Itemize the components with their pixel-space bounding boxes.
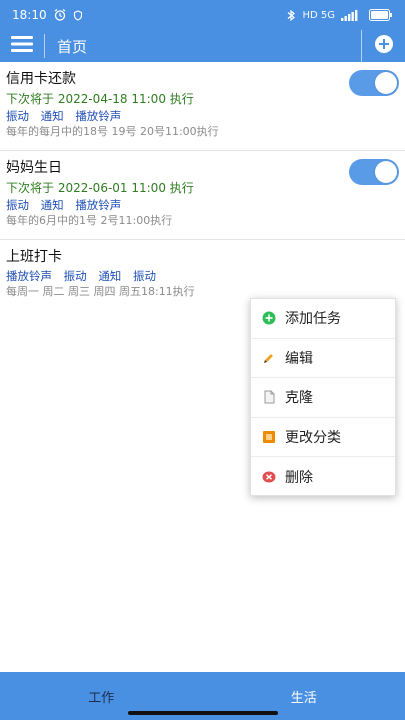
task-title: 信用卡还款 [6, 71, 76, 87]
app-bar: 首页 [0, 30, 405, 62]
toggle-knob [375, 72, 397, 94]
status-right: HD 5G [286, 9, 393, 22]
home-indicator[interactable] [128, 711, 278, 715]
action-tag: 通知 [40, 198, 64, 212]
menu-button[interactable] [0, 30, 44, 62]
task-actions: 振动 通知 播放铃声 [6, 197, 399, 213]
menu-item-label: 删除 [285, 470, 313, 487]
category-icon [261, 429, 277, 445]
task-actions: 播放铃声 振动 通知 振动 [6, 268, 399, 284]
status-bar: 18:10 HD 5G [0, 0, 405, 30]
action-tag: 振动 [6, 198, 29, 212]
action-tag: 振动 [132, 269, 156, 283]
status-time: 18:10 [12, 8, 47, 22]
add-circle-icon [374, 34, 394, 58]
document-icon [261, 389, 277, 405]
task-item[interactable]: 妈妈生日 下次将于 2022-06-01 11:00 执行 振动 通知 播放铃声… [0, 151, 405, 240]
task-toggle[interactable] [349, 70, 399, 96]
hamburger-icon [11, 36, 33, 56]
menu-item-clone[interactable]: 克隆 [251, 378, 395, 418]
action-tag: 播放铃声 [6, 269, 52, 283]
task-title: 上班打卡 [6, 249, 62, 265]
menu-item-add-task[interactable]: 添加任务 [251, 299, 395, 339]
appbar-divider [44, 34, 45, 58]
action-tag: 振动 [63, 269, 87, 283]
menu-item-change-category[interactable]: 更改分类 [251, 418, 395, 458]
delete-icon [261, 469, 277, 485]
context-menu: 添加任务 编辑 克隆 更改分类 删除 [250, 298, 396, 496]
status-left: 18:10 [12, 8, 83, 22]
menu-item-label: 克隆 [285, 390, 313, 407]
shield-icon [73, 9, 83, 21]
task-list: 信用卡还款 下次将于 2022-04-18 11:00 执行 振动 通知 播放铃… [0, 62, 405, 310]
task-toggle[interactable] [349, 159, 399, 185]
pencil-icon [261, 350, 277, 366]
bluetooth-icon [286, 9, 296, 22]
page-title: 首页 [57, 37, 88, 56]
task-next-run: 下次将于 2022-04-18 11:00 执行 [6, 92, 194, 106]
menu-item-label: 更改分类 [285, 430, 341, 447]
alarm-icon [53, 8, 67, 22]
action-tag: 通知 [40, 109, 64, 123]
action-tag: 播放铃声 [75, 109, 122, 123]
task-next-run: 下次将于 2022-06-01 11:00 执行 [6, 181, 194, 195]
task-actions: 振动 通知 播放铃声 [6, 108, 399, 124]
task-schedule: 每年的6月中的1号 2号11:00执行 [6, 214, 173, 227]
signal-icon [341, 9, 363, 21]
battery-icon [369, 9, 393, 21]
toggle-knob [375, 161, 397, 183]
action-tag: 播放铃声 [75, 198, 122, 212]
task-item[interactable]: 信用卡还款 下次将于 2022-04-18 11:00 执行 振动 通知 播放铃… [0, 62, 405, 151]
plus-circle-icon [261, 310, 277, 326]
menu-item-delete[interactable]: 删除 [251, 457, 395, 497]
network-label: HD 5G [302, 9, 335, 21]
action-tag: 振动 [6, 109, 29, 123]
menu-item-label: 添加任务 [285, 311, 341, 328]
add-button[interactable] [361, 30, 405, 62]
task-schedule: 每年的每月中的18号 19号 20号11:00执行 [6, 125, 219, 138]
task-title: 妈妈生日 [6, 160, 62, 176]
menu-item-edit[interactable]: 编辑 [251, 339, 395, 379]
menu-item-label: 编辑 [285, 350, 313, 367]
action-tag: 通知 [98, 269, 122, 283]
